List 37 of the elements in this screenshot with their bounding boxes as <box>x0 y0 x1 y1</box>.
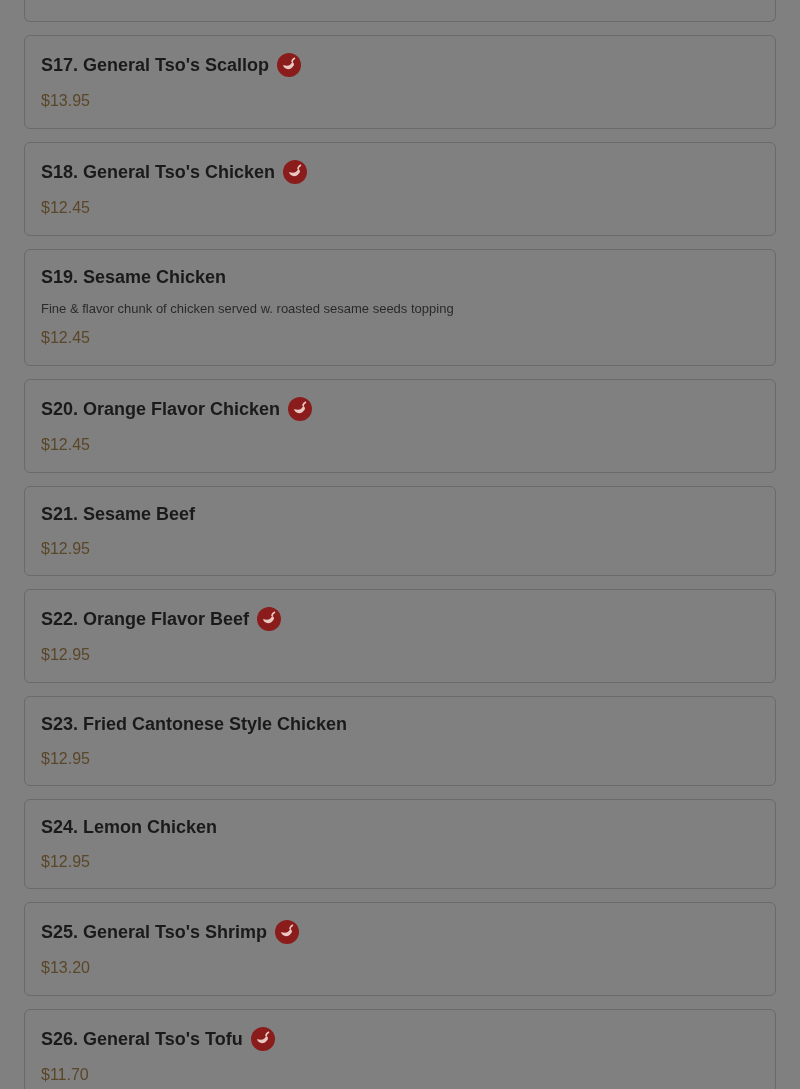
menu-item-card[interactable]: S25. General Tso's Shrimp $13.20 <box>24 902 776 996</box>
item-title: S17. General Tso's Scallop <box>41 54 270 76</box>
item-title: S18. General Tso's Chicken <box>41 161 276 183</box>
chili-pepper-icon <box>257 607 282 631</box>
item-title: S25. General Tso's Shrimp <box>41 921 268 943</box>
menu-item-card[interactable]: S21. Sesame Beef $12.95 <box>24 486 776 576</box>
menu-item-card[interactable]: S18. General Tso's Chicken $12.45 <box>24 142 776 236</box>
chili-pepper-icon <box>288 397 313 421</box>
menu-item-card[interactable]: S26. General Tso's Tofu $11.70 <box>24 1009 776 1089</box>
menu-item-card[interactable]: S20. Orange Flavor Chicken $12.45 <box>24 379 776 473</box>
chili-pepper-icon <box>277 53 302 77</box>
menu-item-card[interactable]: S22. Orange Flavor Beef $12.95 <box>24 589 776 683</box>
item-price: $11.70 <box>41 1065 90 1085</box>
item-title: S19. Sesame Chicken <box>41 266 227 288</box>
item-price: $12.95 <box>41 852 91 872</box>
chili-pepper-icon <box>275 920 300 944</box>
chili-pepper-icon <box>283 160 308 184</box>
item-price: $12.45 <box>41 198 91 218</box>
menu-item-card[interactable]: S17. General Tso's Scallop $13.95 <box>24 35 776 129</box>
item-price: $12.95 <box>41 539 91 559</box>
item-title: S22. Orange Flavor Beef <box>41 608 250 630</box>
item-title: S23. Fried Cantonese Style Chicken <box>41 713 348 735</box>
item-price: $12.95 <box>41 749 91 769</box>
item-price: $13.95 <box>41 91 91 111</box>
item-price: $12.45 <box>41 435 91 455</box>
item-description: Fine & flavor chunk of chicken served w. roasted sesame seeds topping <box>41 300 455 318</box>
item-title: S24. Lemon Chicken <box>41 816 218 838</box>
menu-item-card[interactable]: S19. Sesame Chicken Fine & flavor chunk of chicken served w. roasted sesame seeds topping $12.45 <box>24 249 776 366</box>
item-title: S20. Orange Flavor Chicken <box>41 398 281 420</box>
menu-item-card[interactable]: S24. Lemon Chicken $12.95 <box>24 799 776 889</box>
item-title: S21. Sesame Beef <box>41 503 196 525</box>
chili-pepper-icon <box>250 1027 275 1051</box>
menu-item-card[interactable]: S23. Fried Cantonese Style Chicken $12.95 <box>24 696 776 786</box>
item-price: $12.95 <box>41 645 91 665</box>
item-title: S26. General Tso's Tofu <box>41 1028 243 1050</box>
item-price: $13.20 <box>41 958 91 978</box>
item-price: $12.45 <box>41 328 91 348</box>
